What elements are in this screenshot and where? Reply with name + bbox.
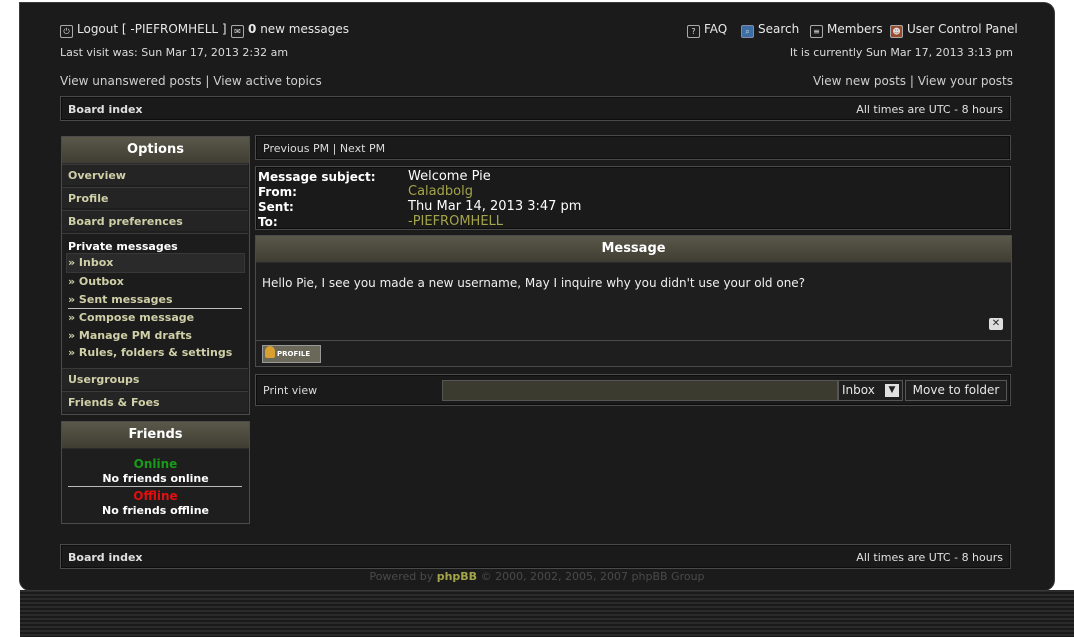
message-body: Hello Pie, I see you made a new username… <box>262 276 806 290</box>
empty-field <box>442 380 838 401</box>
board-index-link[interactable]: Board index <box>68 103 143 116</box>
folder-select[interactable]: Inbox ▼ <box>838 380 903 401</box>
last-visit: Last visit was: Sun Mar 17, 2013 2:32 am <box>60 46 289 59</box>
members-icon: ≡ <box>810 25 823 38</box>
menu-drafts[interactable]: » Manage PM drafts <box>68 329 192 342</box>
previous-pm-link[interactable]: Previous PM <box>263 142 329 155</box>
pm-divider <box>68 308 242 309</box>
breadcrumb-bottom: Board index All times are UTC - 8 hours <box>60 544 1011 569</box>
from-label: From: <box>258 185 297 199</box>
pm-section: Private messages » Inbox » Outbox » Sent… <box>62 233 248 369</box>
quick-links-right: View new posts | View your posts <box>812 74 1013 88</box>
subject-value: Welcome Pie <box>408 169 491 184</box>
view-active-link[interactable]: View active topics <box>213 74 321 88</box>
no-friends-online: No friends online <box>102 472 209 485</box>
view-new-link[interactable]: View new posts <box>813 74 906 88</box>
menu-usergroups[interactable]: Usergroups <box>62 368 248 389</box>
user-icon <box>265 346 275 358</box>
envelope-icon: ✉ <box>231 25 244 38</box>
faq-link[interactable]: ? FAQ <box>687 22 727 38</box>
actions-bar: Print view Inbox ▼ Move to folder <box>255 374 1011 406</box>
quick-links-left: View unanswered posts | View active topi… <box>60 74 322 88</box>
friends-panel: Friends Online No friends online Offline… <box>61 421 250 524</box>
sent-value: Thu Mar 14, 2013 3:47 pm <box>408 199 582 214</box>
pm-navigation: Previous PM | Next PM <box>255 135 1011 160</box>
friends-divider <box>68 486 242 487</box>
menu-friends-foes[interactable]: Friends & Foes <box>62 391 248 412</box>
search-icon: ⌕ <box>741 25 754 38</box>
power-icon: ⏻ <box>60 25 73 38</box>
members-link[interactable]: ≡ Members <box>810 22 883 38</box>
question-icon: ? <box>687 25 700 38</box>
chevron-down-icon: ▼ <box>885 384 899 397</box>
view-your-link[interactable]: View your posts <box>918 74 1013 88</box>
profile-button[interactable]: PROFILE <box>262 345 321 363</box>
message-divider <box>256 340 1011 341</box>
user-icon: ☻ <box>890 25 903 38</box>
menu-board-preferences[interactable]: Board preferences <box>62 210 248 231</box>
menu-outbox[interactable]: » Outbox <box>68 275 124 288</box>
from-value[interactable]: Caladbolg <box>408 184 473 199</box>
offline-heading: Offline <box>133 489 178 503</box>
friends-title: Friends <box>62 422 249 449</box>
timezone-label-bottom: All times are UTC - 8 hours <box>856 551 1003 564</box>
options-panel: Options Overview Profile Board preferenc… <box>61 136 250 415</box>
menu-profile[interactable]: Profile <box>62 187 248 208</box>
menu-rules[interactable]: » Rules, folders & settings <box>68 346 232 359</box>
breadcrumb: Board index All times are UTC - 8 hours <box>60 96 1011 121</box>
board-index-link-bottom[interactable]: Board index <box>68 551 143 564</box>
logout-link[interactable]: ⏻ Logout [ -PIEFROMHELL ] <box>60 22 227 38</box>
current-time: It is currently Sun Mar 17, 2013 3:13 pm <box>789 46 1013 59</box>
to-label: To: <box>258 215 278 229</box>
no-friends-offline: No friends offline <box>101 504 209 517</box>
new-messages-link[interactable]: ✉ 0 new messages <box>231 22 349 38</box>
message-title: Message <box>256 236 1011 263</box>
menu-sent-messages[interactable]: » Sent messages <box>68 293 173 306</box>
move-to-folder-button[interactable]: Move to folder <box>905 380 1007 401</box>
menu-inbox[interactable]: » Inbox <box>68 256 113 269</box>
print-view-link[interactable]: Print view <box>263 384 317 397</box>
footer-credit: Powered by phpBB © 2000, 2002, 2005, 200… <box>369 570 705 583</box>
view-unanswered-link[interactable]: View unanswered posts <box>60 74 202 88</box>
close-icon[interactable]: ✕ <box>989 318 1003 330</box>
to-value[interactable]: -PIEFROMHELL <box>408 214 503 229</box>
online-heading: Online <box>133 457 178 471</box>
menu-private-messages[interactable]: Private messages <box>68 240 178 253</box>
subject-label: Message subject: <box>258 170 376 184</box>
search-link[interactable]: ⌕ Search <box>741 22 799 38</box>
options-title: Options <box>62 137 249 164</box>
menu-overview[interactable]: Overview <box>62 164 248 185</box>
message-panel: Message Hello Pie, I see you made a new … <box>255 235 1012 367</box>
phpbb-link[interactable]: phpBB <box>437 570 477 583</box>
background-stripes <box>20 590 1074 637</box>
timezone-label: All times are UTC - 8 hours <box>856 103 1003 116</box>
next-pm-link[interactable]: Next PM <box>340 142 385 155</box>
forum-frame: ⏻ Logout [ -PIEFROMHELL ] ✉ 0 new messages… <box>20 3 1054 590</box>
sent-label: Sent: <box>258 200 294 214</box>
pm-nav-links: Previous PM | Next PM <box>263 142 386 155</box>
message-header: Message subject: Welcome Pie From: Calad… <box>255 166 1011 230</box>
menu-compose[interactable]: » Compose message <box>68 311 194 324</box>
ucp-link[interactable]: ☻ User Control Panel <box>890 22 1018 38</box>
